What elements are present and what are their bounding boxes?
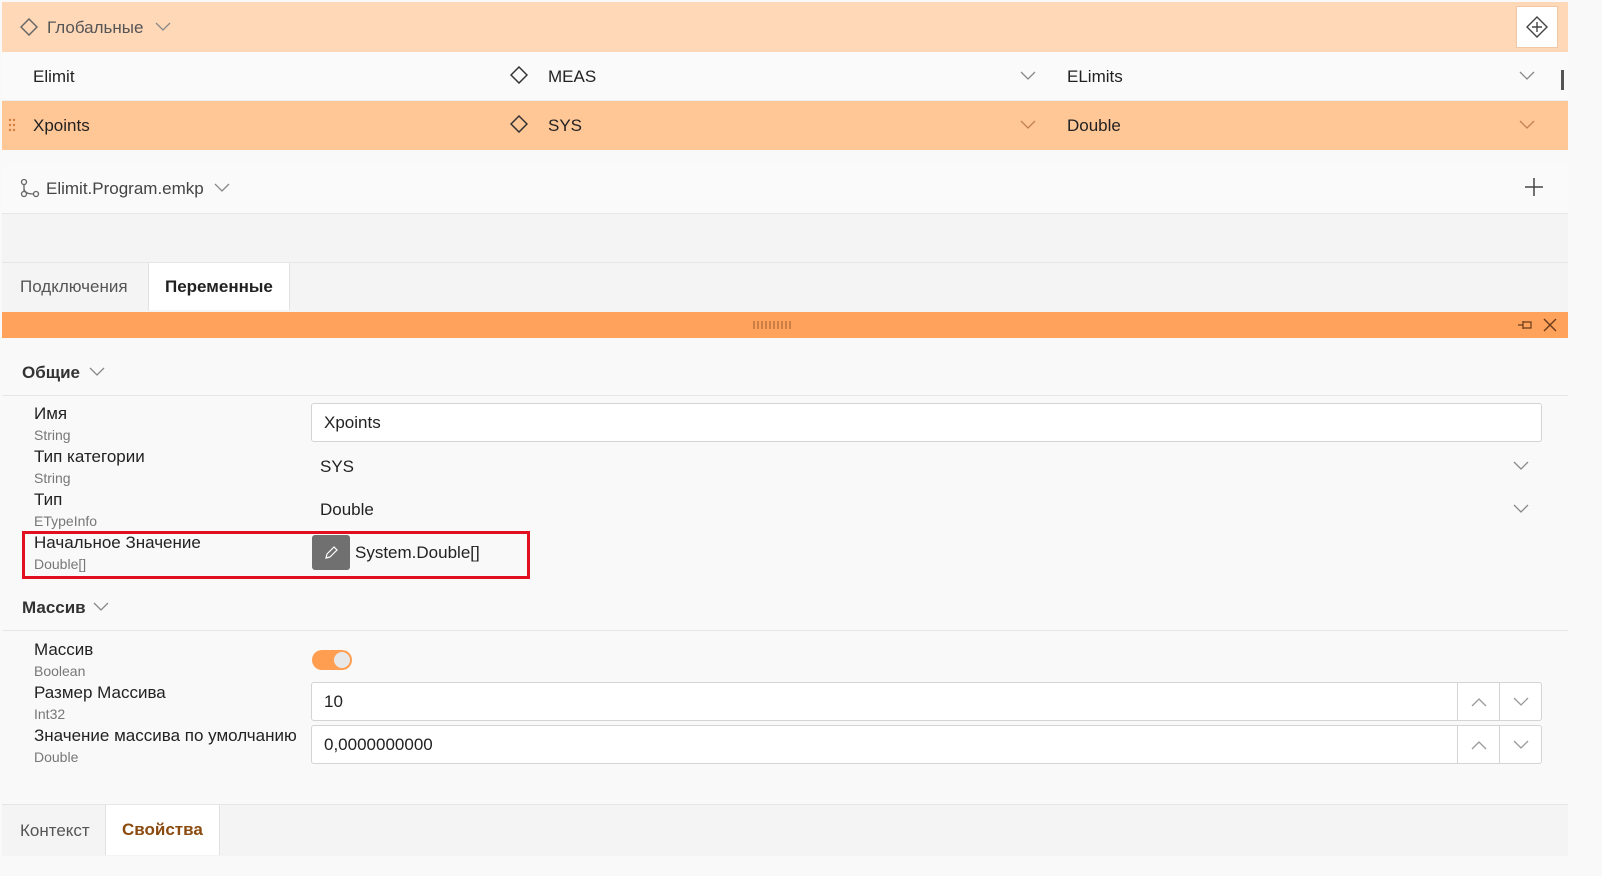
variable-type[interactable]: Double: [1067, 116, 1121, 136]
bottom-tab-bar: Контекст Свойства: [2, 804, 1568, 856]
chevron-down-icon[interactable]: [1020, 71, 1036, 81]
variable-name[interactable]: Xpoints: [33, 116, 90, 136]
category-select[interactable]: SYS: [320, 457, 354, 477]
array-toggle[interactable]: [312, 650, 352, 670]
chevron-up-icon: [1471, 697, 1487, 707]
prop-type: String: [34, 470, 71, 486]
chevron-down-icon[interactable]: [1020, 120, 1036, 130]
panel-splitter[interactable]: [2, 312, 1568, 338]
locate-button[interactable]: [1516, 6, 1558, 48]
chevron-down-icon[interactable]: [1519, 71, 1535, 81]
array-size-value[interactable]: 10: [324, 692, 343, 712]
tab-context[interactable]: Контекст: [4, 807, 106, 855]
close-icon[interactable]: [1542, 317, 1558, 333]
scrollbar[interactable]: [1561, 70, 1564, 90]
prop-name: Массив: [34, 640, 94, 659]
drag-handle-icon[interactable]: [8, 118, 16, 132]
diamond-icon: [510, 115, 528, 133]
grip-icon[interactable]: [752, 320, 792, 330]
section-array[interactable]: Массив: [2, 583, 1568, 631]
plus-icon[interactable]: [1524, 177, 1544, 197]
increment-button[interactable]: [1457, 726, 1499, 764]
highlight-box: [22, 531, 530, 579]
default-value-stepper[interactable]: 0,0000000000: [311, 725, 1542, 764]
prop-type: ETypeInfo: [34, 513, 98, 529]
decrement-button[interactable]: [1499, 726, 1541, 764]
chevron-down-icon[interactable]: [89, 367, 105, 377]
globals-label: Глобальные: [47, 18, 144, 37]
program-file-bar[interactable]: Elimit.Program.emkp: [2, 162, 1568, 214]
section-title: Массив: [22, 598, 86, 617]
chevron-down-icon[interactable]: [1513, 504, 1529, 514]
tab-variables[interactable]: Переменные: [148, 263, 290, 310]
increment-button[interactable]: [1457, 683, 1499, 721]
variable-row[interactable]: Elimit MEAS ELimits: [2, 52, 1568, 101]
chevron-down-icon[interactable]: [155, 22, 171, 32]
default-value[interactable]: 0,0000000000: [324, 735, 433, 755]
prop-type: Double: [34, 749, 79, 765]
prop-name: Размер Массива: [34, 683, 166, 702]
prop-type: String: [34, 427, 71, 443]
type-select[interactable]: Double: [320, 500, 374, 520]
array-size-stepper[interactable]: 10: [311, 682, 1542, 721]
chevron-down-icon[interactable]: [214, 183, 230, 193]
program-file-label: Elimit.Program.emkp: [46, 179, 204, 198]
prop-name: Имя: [34, 404, 68, 423]
variable-category[interactable]: MEAS: [548, 67, 596, 87]
decrement-button[interactable]: [1499, 683, 1541, 721]
variable-row-selected[interactable]: Xpoints SYS Double: [2, 101, 1568, 150]
chevron-down-icon[interactable]: [1513, 461, 1529, 471]
tab-properties[interactable]: Свойства: [105, 805, 220, 855]
prop-name: Значение массива по умолчанию: [34, 726, 297, 745]
name-input[interactable]: Xpoints: [311, 403, 1542, 442]
prop-type: Int32: [34, 706, 66, 722]
variable-category[interactable]: SYS: [548, 116, 582, 136]
chevron-down-icon[interactable]: [93, 602, 109, 612]
section-general[interactable]: Общие: [2, 348, 1568, 396]
chevron-down-icon[interactable]: [1519, 120, 1535, 130]
diamond-icon: [20, 18, 38, 36]
empty-area: [2, 214, 1568, 263]
section-title: Общие: [22, 363, 80, 382]
globals-header[interactable]: Глобальные: [2, 2, 1568, 52]
prop-type: Boolean: [34, 663, 86, 679]
chevron-down-icon: [1513, 697, 1529, 707]
diamond-icon: [510, 66, 528, 84]
crosshair-icon: [1525, 15, 1549, 39]
variable-type[interactable]: ELimits: [1067, 67, 1123, 87]
pin-icon[interactable]: [1517, 319, 1533, 331]
upper-tab-bar: Подключения Переменные: [2, 263, 1568, 312]
branch-icon: [20, 178, 40, 198]
toggle-knob: [334, 652, 350, 668]
prop-name: Тип: [34, 490, 63, 509]
tab-connections[interactable]: Подключения: [4, 263, 144, 310]
chevron-up-icon: [1471, 740, 1487, 750]
chevron-down-icon: [1513, 740, 1529, 750]
prop-name: Тип категории: [34, 447, 145, 466]
variable-name[interactable]: Elimit: [33, 67, 75, 87]
